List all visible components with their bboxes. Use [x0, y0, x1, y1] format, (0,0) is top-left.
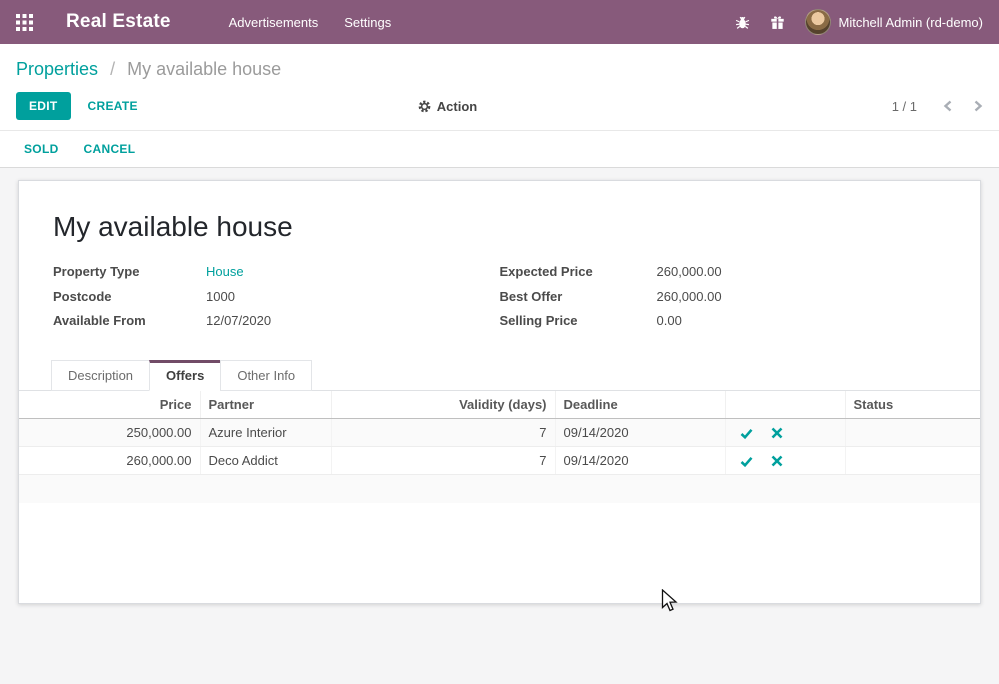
offer-deadline[interactable]: 09/14/2020: [555, 447, 725, 475]
form-view-area: My available house Property Type House P…: [0, 168, 999, 684]
column-price[interactable]: Price: [19, 391, 200, 419]
breadcrumb-current: My available house: [127, 59, 281, 79]
field-value: 12/07/2020: [206, 309, 271, 334]
field-selling-price: Selling Price 0.00: [500, 309, 947, 334]
offer-row-azure-interior[interactable]: 250,000.00 Azure Interior 7 09/14/2020: [19, 419, 980, 447]
cancel-button[interactable]: CANCEL: [84, 142, 136, 156]
offer-row-deco-addict[interactable]: 260,000.00 Deco Addict 7 09/14/2020: [19, 447, 980, 475]
create-button[interactable]: CREATE: [88, 99, 138, 113]
app-name[interactable]: Real Estate: [66, 11, 171, 33]
offer-status: [845, 447, 980, 475]
form-sheet: My available house Property Type House P…: [18, 180, 981, 604]
column-partner[interactable]: Partner: [200, 391, 331, 419]
offer-validity[interactable]: 7: [331, 419, 555, 447]
field-label: Available From: [53, 309, 206, 334]
record-title: My available house: [53, 211, 946, 243]
tab-offers[interactable]: Offers: [149, 360, 221, 391]
field-group: Property Type House Postcode 1000 Availa…: [53, 260, 946, 334]
gift-icon[interactable]: [770, 14, 787, 31]
field-value: 260,000.00: [657, 260, 722, 285]
user-name: Mitchell Admin (rd-demo): [839, 15, 984, 30]
breadcrumb-properties[interactable]: Properties: [16, 59, 98, 79]
pager: 1 / 1: [892, 99, 983, 114]
field-label: Best Offer: [500, 285, 657, 310]
field-label: Expected Price: [500, 260, 657, 285]
offer-deadline[interactable]: 09/14/2020: [555, 419, 725, 447]
form-statusbar: SOLD CANCEL: [0, 130, 999, 168]
gear-icon: [418, 100, 431, 113]
top-menu: Advertisements Settings: [227, 11, 394, 34]
field-label: Postcode: [53, 285, 206, 310]
offer-price[interactable]: 250,000.00: [19, 419, 200, 447]
field-expected-price: Expected Price 260,000.00: [500, 260, 947, 285]
offer-actions: [725, 419, 845, 447]
user-menu[interactable]: Mitchell Admin (rd-demo): [805, 9, 984, 35]
action-menu-button[interactable]: Action: [418, 99, 477, 114]
notebook-tabs: Description Offers Other Info: [19, 360, 980, 391]
offers-table: Price Partner Validity (days) Deadline S…: [19, 391, 980, 503]
refuse-offer-icon[interactable]: [771, 427, 784, 440]
column-status[interactable]: Status: [845, 391, 980, 419]
pager-next-button[interactable]: [973, 99, 983, 113]
tab-other-info[interactable]: Other Info: [220, 360, 312, 391]
offer-validity[interactable]: 7: [331, 447, 555, 475]
top-right-group: Mitchell Admin (rd-demo): [735, 9, 984, 35]
tab-description[interactable]: Description: [51, 360, 150, 391]
field-column-left: Property Type House Postcode 1000 Availa…: [53, 260, 500, 334]
field-property-type: Property Type House: [53, 260, 500, 285]
action-label: Action: [437, 99, 477, 114]
apps-menu-icon[interactable]: [16, 12, 36, 32]
menu-settings[interactable]: Settings: [342, 11, 393, 34]
field-label: Selling Price: [500, 309, 657, 334]
column-validity[interactable]: Validity (days): [331, 391, 555, 419]
debug-bug-icon[interactable]: [735, 14, 752, 31]
refuse-offer-icon[interactable]: [771, 455, 784, 468]
field-postcode: Postcode 1000: [53, 285, 500, 310]
offer-status: [845, 419, 980, 447]
breadcrumb-separator: /: [110, 59, 115, 79]
control-panel: EDIT CREATE Action 1 / 1: [0, 84, 999, 130]
grid-icon: [16, 14, 33, 31]
field-column-right: Expected Price 260,000.00 Best Offer 260…: [500, 260, 947, 334]
chevron-left-icon: [943, 99, 953, 113]
field-best-offer: Best Offer 260,000.00: [500, 285, 947, 310]
menu-advertisements[interactable]: Advertisements: [227, 11, 321, 34]
pager-value: 1 / 1: [892, 99, 917, 114]
empty-row[interactable]: [19, 475, 980, 503]
top-navbar: Real Estate Advertisements Settings: [0, 0, 999, 44]
avatar: [805, 9, 831, 35]
field-value: 1000: [206, 285, 235, 310]
pager-previous-button[interactable]: [943, 99, 953, 113]
field-label: Property Type: [53, 260, 206, 285]
offer-price[interactable]: 260,000.00: [19, 447, 200, 475]
field-value: 0.00: [657, 309, 682, 334]
property-type-link[interactable]: House: [206, 260, 244, 285]
edit-button[interactable]: EDIT: [16, 92, 71, 120]
offer-partner[interactable]: Azure Interior: [200, 419, 331, 447]
column-deadline[interactable]: Deadline: [555, 391, 725, 419]
offer-partner[interactable]: Deco Addict: [200, 447, 331, 475]
accept-offer-icon[interactable]: [740, 427, 753, 440]
field-available-from: Available From 12/07/2020: [53, 309, 500, 334]
column-actions: [725, 391, 845, 419]
sold-button[interactable]: SOLD: [24, 142, 59, 156]
chevron-right-icon: [973, 99, 983, 113]
breadcrumb: Properties / My available house: [0, 44, 999, 84]
accept-offer-icon[interactable]: [740, 455, 753, 468]
offer-actions: [725, 447, 845, 475]
offers-header-row: Price Partner Validity (days) Deadline S…: [19, 391, 980, 419]
field-value: 260,000.00: [657, 285, 722, 310]
